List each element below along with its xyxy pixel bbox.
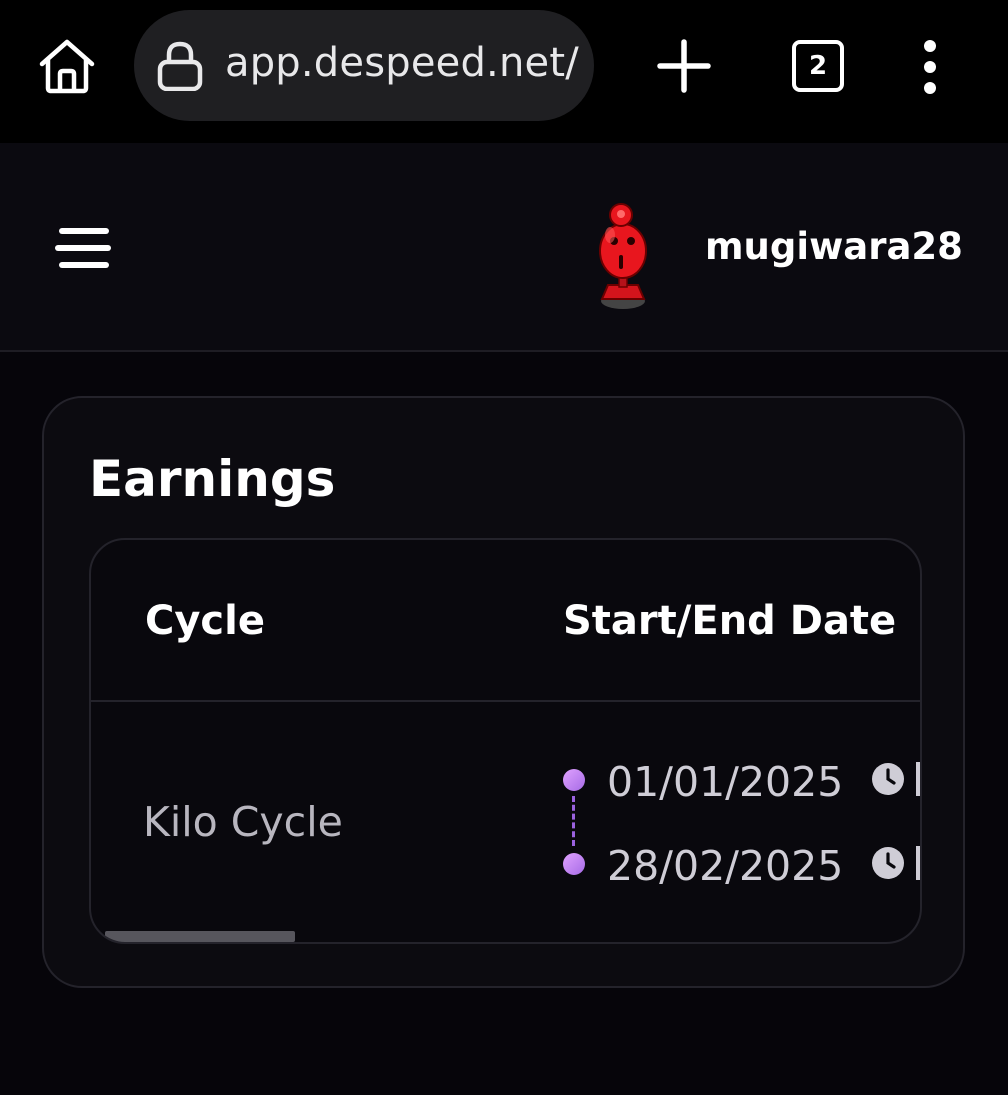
new-tab-button[interactable] [656, 38, 712, 94]
table-header: Cycle Start/End Date [91, 540, 920, 702]
column-header-cycle: Cycle [145, 598, 265, 644]
truncated-time-text [916, 846, 920, 880]
end-date: 28/02/2025 [607, 842, 844, 890]
end-dot-icon [563, 853, 585, 875]
timeline-connector [572, 796, 575, 846]
truncated-time-text [916, 762, 920, 796]
horizontal-scrollbar[interactable] [105, 931, 295, 942]
clock-icon [872, 763, 904, 795]
earnings-table: Cycle Start/End Date Kilo Cycle 01/01/20… [89, 538, 922, 944]
plus-icon [657, 39, 711, 93]
more-vertical-icon[interactable] [918, 40, 942, 94]
browser-toolbar: app.despeed.net/ 2 [0, 0, 1008, 143]
lock-icon [157, 41, 203, 91]
cycle-name: Kilo Cycle [143, 798, 343, 846]
address-bar[interactable]: app.despeed.net/ [134, 10, 594, 121]
hamburger-menu-icon[interactable] [55, 228, 113, 274]
tab-switcher-button[interactable]: 2 [792, 40, 844, 92]
app-header: mugiwara28 [0, 143, 1008, 352]
page-title: Earnings [89, 450, 336, 508]
username[interactable]: mugiwara28 [705, 225, 963, 268]
column-header-dates: Start/End Date [563, 598, 897, 644]
start-date: 01/01/2025 [607, 758, 844, 806]
earnings-card: Earnings Cycle Start/End Date Kilo Cycle… [42, 396, 965, 988]
robot-avatar-icon [599, 203, 647, 309]
home-button[interactable] [36, 36, 98, 98]
home-icon [39, 39, 95, 94]
url-text: app.despeed.net/ [225, 40, 579, 86]
clock-icon [872, 847, 904, 879]
avatar[interactable] [588, 203, 658, 311]
start-dot-icon [563, 769, 585, 791]
